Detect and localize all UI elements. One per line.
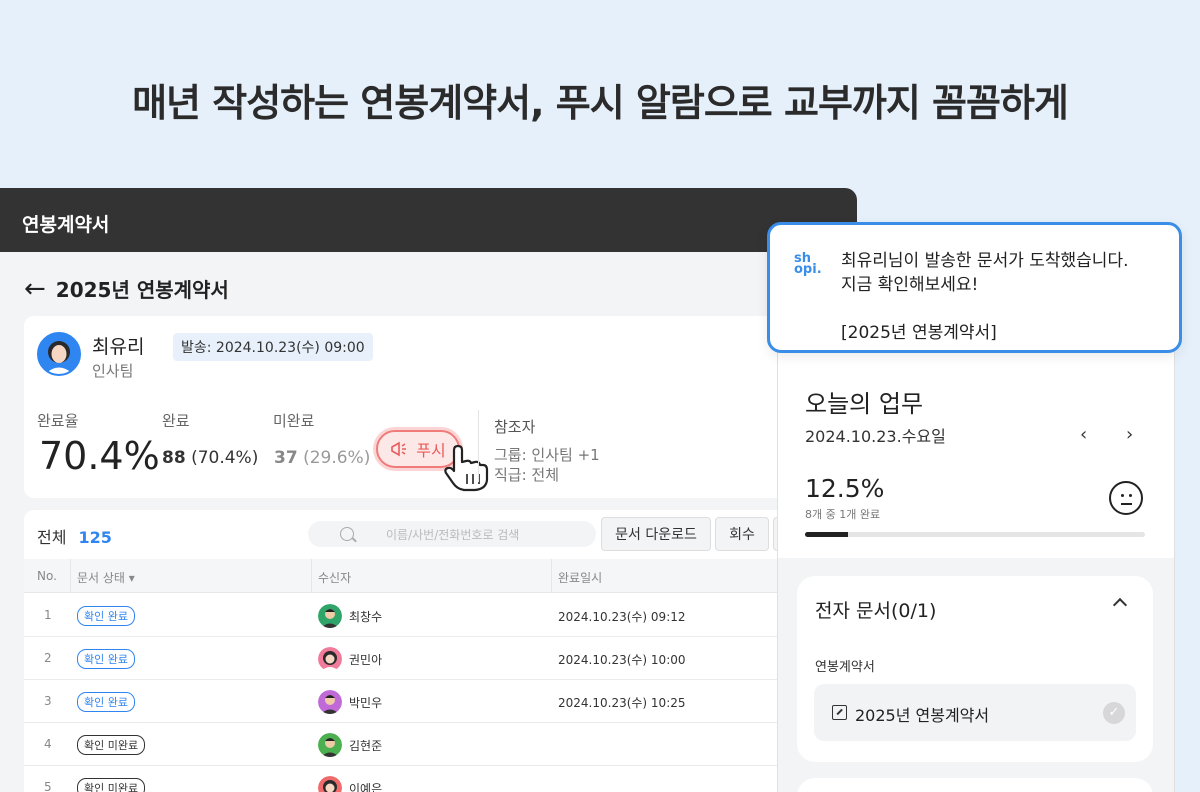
app-logo: sh opi. — [794, 251, 822, 277]
document-download-button[interactable]: 문서 다운로드 — [601, 517, 711, 551]
pointing-hand-icon — [444, 444, 489, 492]
recipient-name: 박민우 — [349, 696, 383, 710]
completed-date: 2024.10.23(수) 10:25 — [558, 696, 686, 710]
total-count-value: 125 — [78, 528, 112, 547]
reference-title: 참조자 — [494, 418, 536, 436]
row-number: 3 — [44, 694, 52, 708]
revoke-button[interactable]: 회수 — [715, 517, 769, 551]
window-title-bar: 연봉계약서 — [0, 188, 857, 252]
documents-section-title: 전자 문서(0/1) — [815, 600, 937, 622]
table-row[interactable]: 5 확인 미완료 이예은 — [24, 766, 824, 792]
document-category: 연봉계약서 — [815, 660, 875, 675]
completed-label: 완료 — [162, 412, 190, 430]
incomplete-value: 37 (29.6%) — [274, 448, 370, 468]
status-badge: 확인 완료 — [77, 606, 135, 626]
header-status[interactable]: 문서 상태 ▾ — [77, 569, 135, 586]
task-percent-detail: 8개 중 1개 완료 — [805, 508, 881, 521]
completed-percent: (70.4%) — [191, 448, 259, 468]
recipient-name: 권민아 — [349, 653, 383, 667]
row-number: 4 — [44, 737, 52, 751]
status-badge: 확인 미완료 — [77, 735, 146, 755]
recipient-avatar — [318, 776, 342, 792]
recipient-name: 김현준 — [349, 739, 383, 753]
search-icon — [340, 527, 354, 541]
header-separator — [70, 559, 71, 593]
page-header: ← 2025년 연봉계약서 — [24, 274, 229, 303]
table-header: No. 문서 상태 ▾ 수신자 완료일시 — [24, 559, 824, 593]
next-card — [797, 778, 1153, 792]
table-row[interactable]: 3 확인 완료 박민우 2024.10.23(수) 10:25 — [24, 680, 824, 723]
previous-day-icon[interactable]: ‹ — [1080, 424, 1087, 445]
task-progress-fill — [805, 532, 848, 537]
sender-avatar — [37, 332, 81, 376]
completed-date: 2024.10.23(수) 09:12 — [558, 610, 686, 624]
status-badge: 확인 완료 — [77, 649, 135, 669]
recipient-avatar — [318, 604, 342, 628]
today-date: 2024.10.23.수요일 — [805, 427, 946, 446]
completion-rate-label: 완료율 — [37, 412, 79, 430]
document-list-item[interactable]: 2025년 연봉계약서 ✓ — [814, 684, 1136, 741]
page-headline: 매년 작성하는 연봉계약서, 푸시 알람으로 교부까지 꼼꼼하게 — [132, 81, 1069, 125]
incomplete-count: 37 — [274, 448, 298, 468]
table-row[interactable]: 4 확인 미완료 김현준 — [24, 723, 824, 766]
status-badge: 확인 완료 — [77, 692, 135, 712]
header-separator — [311, 559, 312, 593]
today-tasks-section: 오늘의 업무 2024.10.23.수요일 ‹ › 12.5% 8개 중 1개 … — [778, 320, 1174, 558]
incomplete-percent: (29.6%) — [303, 448, 371, 468]
completed-count: 88 — [162, 448, 186, 468]
sender-team: 인사팀 — [92, 362, 134, 380]
check-icon: ✓ — [1103, 702, 1125, 724]
total-count: 전체 125 — [37, 524, 112, 548]
sent-date-badge: 발송: 2024.10.23(수) 09:00 — [173, 333, 373, 361]
recipient-name: 이예은 — [349, 782, 383, 792]
row-number: 1 — [44, 608, 52, 622]
table-row[interactable]: 2 확인 완료 권민아 2024.10.23(수) 10:00 — [24, 637, 824, 680]
task-percent: 12.5% — [805, 474, 885, 503]
header-no: No. — [37, 569, 57, 583]
total-label: 전체 — [37, 528, 67, 547]
recipient-avatar — [318, 647, 342, 671]
recipient-avatar — [318, 733, 342, 757]
push-notification[interactable]: sh opi. 최유리님이 발송한 문서가 도착했습니다. 지금 확인해보세요!… — [767, 222, 1182, 353]
table-row[interactable]: 1 확인 완료 최창수 2024.10.23(수) 09:12 — [24, 594, 824, 637]
edit-document-icon — [832, 705, 847, 720]
reference-group: 그룹: 인사팀 +1 — [494, 446, 600, 464]
status-badge: 확인 미완료 — [77, 778, 146, 792]
header-recipient: 수신자 — [318, 571, 352, 585]
back-arrow-icon[interactable]: ← — [24, 276, 46, 302]
recipient-table-panel: 전체 125 이름/사번/전화번호로 검색 문서 다운로드 회수 No. 문서 상… — [24, 510, 833, 792]
today-tasks-title: 오늘의 업무 — [805, 390, 924, 418]
header-completed-at: 완료일시 — [558, 571, 603, 585]
row-number: 2 — [44, 651, 52, 665]
page-title: 2025년 연봉계약서 — [55, 278, 229, 302]
sender-name: 최유리 — [92, 336, 145, 358]
contract-window: 연봉계약서 ← 2025년 연봉계약서 최유리 인사팀 발송: 2024.10.… — [0, 188, 857, 792]
incomplete-label: 미완료 — [273, 412, 315, 430]
megaphone-icon — [391, 441, 407, 457]
notification-message: 최유리님이 발송한 문서가 도착했습니다. — [841, 251, 1129, 271]
completion-rate-value: 70.4% — [39, 434, 160, 478]
notification-prompt: 지금 확인해보세요! — [841, 275, 979, 295]
completed-date: 2024.10.23(수) 10:00 — [558, 653, 686, 667]
recipient-name: 최창수 — [349, 610, 383, 624]
next-day-icon[interactable]: › — [1126, 424, 1133, 445]
header-separator — [551, 559, 552, 593]
task-progress-bar — [805, 532, 1145, 537]
stats-divider — [478, 410, 479, 482]
chevron-up-icon[interactable] — [1112, 597, 1128, 613]
neutral-face-icon — [1109, 481, 1143, 515]
row-number: 5 — [44, 780, 52, 792]
reference-rank: 직급: 전체 — [494, 466, 560, 484]
completed-value: 88 (70.4%) — [162, 448, 258, 468]
mobile-app-panel: 오늘의 업무 2024.10.23.수요일 ‹ › 12.5% 8개 중 1개 … — [777, 320, 1175, 792]
electronic-documents-card: 전자 문서(0/1) 연봉계약서 2025년 연봉계약서 ✓ — [797, 576, 1153, 762]
recipient-avatar — [318, 690, 342, 714]
search-placeholder: 이름/사번/전화번호로 검색 — [386, 527, 520, 542]
notification-document-title: [2025년 연봉계약서] — [841, 323, 997, 343]
summary-card: 최유리 인사팀 발송: 2024.10.23(수) 09:00 완료율 70.4… — [24, 316, 824, 498]
document-name: 2025년 연봉계약서 — [855, 706, 990, 725]
